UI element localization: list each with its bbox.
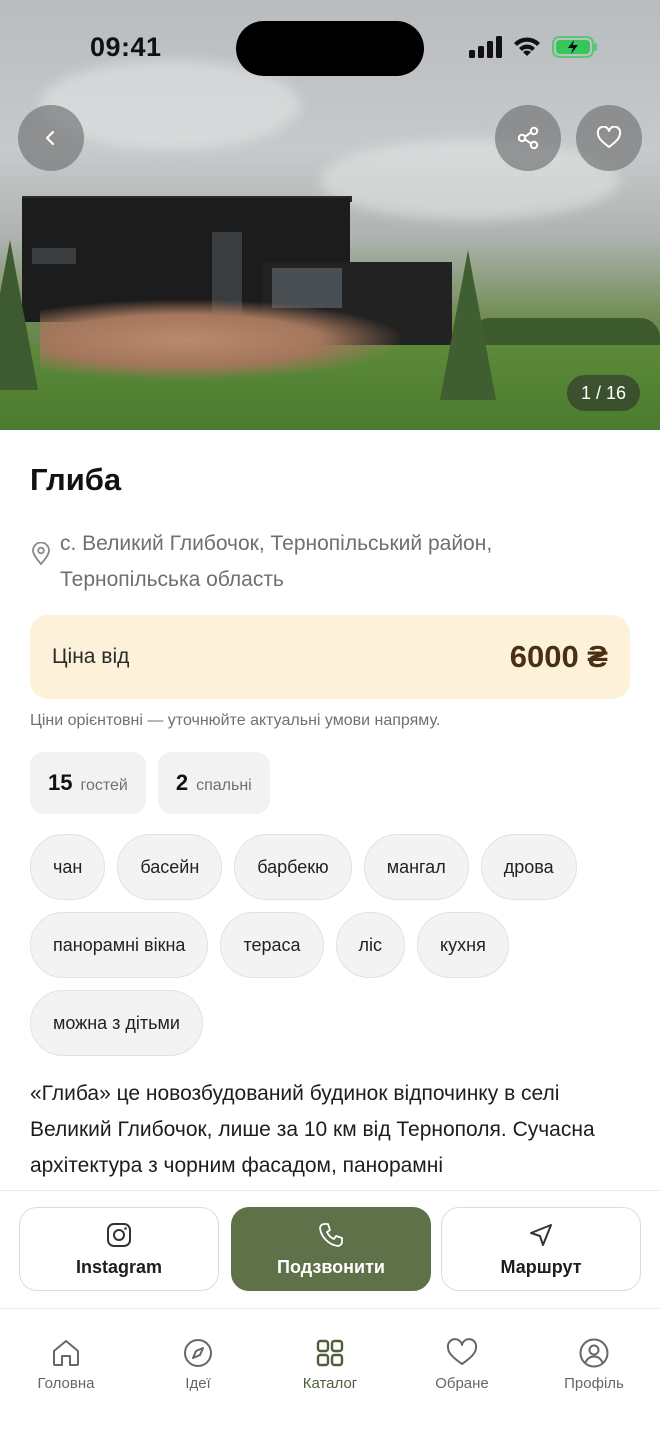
compass-icon bbox=[184, 1339, 212, 1367]
route-label: Маршрут bbox=[500, 1256, 582, 1277]
home-icon bbox=[53, 1340, 79, 1366]
route-button[interactable]: Маршрут bbox=[441, 1207, 641, 1291]
price-box: Ціна від 6000 ₴ bbox=[30, 615, 630, 699]
amenity-tag[interactable]: можна з дітьми bbox=[30, 990, 203, 1056]
stat-number: 2 bbox=[175, 770, 189, 795]
rocks bbox=[40, 300, 400, 380]
tab-ideas[interactable]: Ідеї bbox=[132, 1337, 264, 1392]
amenity-tag[interactable]: ліс bbox=[335, 912, 406, 978]
wifi-icon bbox=[514, 37, 540, 56]
phone-icon bbox=[319, 1222, 343, 1247]
chevron-left-icon bbox=[45, 130, 55, 146]
hero-gallery[interactable]: 09:41 1 / 16 bbox=[0, 0, 660, 430]
tab-bar: Головна Ідеї Каталог Обране Профіль bbox=[0, 1308, 660, 1434]
action-bar: Instagram Подзвонити Маршрут bbox=[0, 1190, 660, 1308]
stat-number: 15 bbox=[48, 770, 73, 795]
favorite-button[interactable] bbox=[576, 105, 642, 171]
amenity-tag[interactable]: тераса bbox=[220, 912, 324, 978]
instagram-icon bbox=[107, 1222, 131, 1247]
listing-description: «Глиба» це новозбудований будинок відпоч… bbox=[30, 1082, 595, 1177]
heart-icon bbox=[446, 1338, 478, 1365]
share-button[interactable] bbox=[495, 105, 561, 171]
amenity-tag[interactable]: кухня bbox=[417, 912, 509, 978]
signal-icon bbox=[469, 36, 502, 58]
share-icon bbox=[517, 126, 539, 150]
amenity-tag[interactable]: басейн bbox=[117, 834, 223, 900]
photo-counter: 1 / 16 bbox=[566, 375, 640, 411]
amenity-tag[interactable]: чан bbox=[30, 834, 106, 900]
cloud bbox=[320, 140, 620, 220]
amenity-tag[interactable]: барбекю bbox=[234, 834, 352, 900]
tab-catalog[interactable]: Каталог bbox=[264, 1337, 396, 1392]
status-bar: 09:41 bbox=[0, 0, 660, 96]
tab-label: Ідеї bbox=[185, 1375, 211, 1392]
stats: 15 гостей 2 спальні bbox=[30, 752, 270, 814]
listing-title: Глиба bbox=[30, 462, 122, 497]
instagram-label: Instagram bbox=[75, 1256, 163, 1277]
tab-favorites[interactable]: Обране bbox=[396, 1337, 528, 1392]
tab-home[interactable]: Головна bbox=[0, 1337, 132, 1392]
location-address: с. Великий Глибочок, Тернопільський райо… bbox=[60, 532, 493, 591]
pine-tree bbox=[0, 240, 38, 390]
tab-label: Каталог bbox=[302, 1375, 358, 1392]
tab-label: Профіль bbox=[564, 1375, 624, 1392]
amenity-tags: чан басейн барбекю мангал дрова панорамн… bbox=[30, 834, 630, 1056]
battery-icon bbox=[552, 36, 597, 58]
navigation-arrow-icon bbox=[530, 1223, 552, 1246]
profile-icon bbox=[579, 1338, 609, 1368]
call-button[interactable]: Подзвонити bbox=[231, 1207, 431, 1291]
back-button[interactable] bbox=[18, 105, 84, 171]
tab-profile[interactable]: Профіль bbox=[528, 1337, 660, 1392]
amenity-tag[interactable]: дрова bbox=[480, 834, 577, 900]
price-note: Ціни орієнтовні — уточнюйте актуальні ум… bbox=[30, 712, 441, 729]
stat-label: спальні bbox=[196, 777, 252, 794]
amenity-tag[interactable]: мангал bbox=[363, 834, 469, 900]
stat-label: гостей bbox=[80, 777, 128, 794]
instagram-button[interactable]: Instagram bbox=[19, 1207, 219, 1291]
location: с. Великий Глибочок, Тернопільський райо… bbox=[30, 526, 630, 598]
price-label: Ціна від bbox=[52, 645, 130, 668]
stat-guests: 15 гостей bbox=[30, 752, 146, 814]
dynamic-island bbox=[236, 21, 424, 76]
amenity-tag[interactable]: панорамні вікна bbox=[30, 912, 209, 978]
heart-icon bbox=[596, 126, 622, 148]
location-pin-icon bbox=[32, 542, 50, 566]
status-time: 09:41 bbox=[90, 32, 162, 62]
call-label: Подзвонити bbox=[277, 1256, 385, 1277]
stat-bedrooms: 2 спальні bbox=[157, 752, 270, 814]
tab-label: Головна bbox=[37, 1375, 95, 1392]
price-value: 6000 ₴ bbox=[509, 639, 608, 674]
grid-icon bbox=[316, 1339, 344, 1367]
pine-tree bbox=[440, 250, 496, 400]
tab-label: Обране bbox=[435, 1375, 489, 1392]
status-icons bbox=[468, 36, 598, 58]
